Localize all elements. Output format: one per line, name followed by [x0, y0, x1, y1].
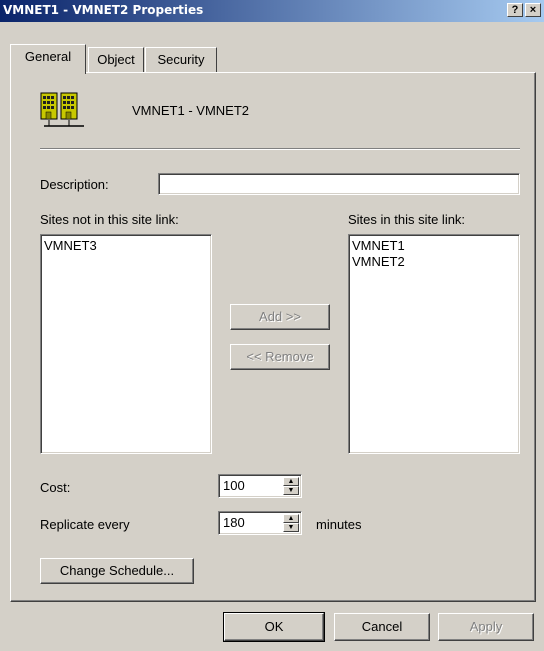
- close-button[interactable]: ×: [525, 3, 541, 17]
- spin-down-icon[interactable]: ▼: [283, 486, 299, 495]
- sites-in-link-list[interactable]: VMNET1 VMNET2: [348, 234, 520, 454]
- change-schedule-button[interactable]: Change Schedule...: [40, 558, 194, 584]
- ok-button[interactable]: OK: [223, 612, 325, 642]
- cancel-button[interactable]: Cancel: [334, 613, 430, 641]
- tab-label: General: [24, 49, 72, 64]
- separator: [40, 148, 520, 150]
- window-title: VMNET1 - VMNET2 Properties: [3, 3, 204, 17]
- replicate-unit: minutes: [316, 517, 362, 532]
- add-button[interactable]: Add >>: [230, 304, 330, 330]
- object-name: VMNET1 - VMNET2: [132, 103, 250, 118]
- spin-up-icon[interactable]: ▲: [283, 514, 299, 523]
- list-item[interactable]: VMNET2: [349, 254, 519, 270]
- tab-object[interactable]: Object: [88, 47, 144, 72]
- list-item[interactable]: VMNET1: [349, 238, 519, 254]
- site-link-icon: [40, 90, 86, 130]
- tab-general[interactable]: General: [10, 44, 86, 74]
- sites-not-in-link-label: Sites not in this site link:: [40, 212, 179, 227]
- tab-security[interactable]: Security: [145, 47, 217, 72]
- cost-spinbox[interactable]: 100 ▲ ▼: [218, 474, 302, 498]
- cost-label: Cost:: [40, 480, 71, 495]
- remove-button[interactable]: << Remove: [230, 344, 330, 370]
- cost-value[interactable]: 100: [223, 478, 245, 493]
- replicate-label: Replicate every: [40, 517, 130, 532]
- replicate-spinbox[interactable]: 180 ▲ ▼: [218, 511, 302, 535]
- title-bar[interactable]: VMNET1 - VMNET2 Properties ? ×: [0, 0, 544, 22]
- sites-in-link-label: Sites in this site link:: [348, 212, 466, 227]
- spin-up-icon[interactable]: ▲: [283, 477, 299, 486]
- help-button[interactable]: ?: [507, 3, 523, 17]
- tab-label: Object: [97, 52, 135, 67]
- list-item[interactable]: VMNET3: [41, 238, 211, 254]
- description-label: Description:: [40, 177, 109, 192]
- apply-button[interactable]: Apply: [438, 613, 534, 641]
- description-input[interactable]: [158, 173, 520, 195]
- sites-not-in-link-list[interactable]: VMNET3: [40, 234, 212, 454]
- spin-down-icon[interactable]: ▼: [283, 523, 299, 532]
- replicate-value[interactable]: 180: [223, 515, 245, 530]
- tab-label: Security: [157, 52, 205, 67]
